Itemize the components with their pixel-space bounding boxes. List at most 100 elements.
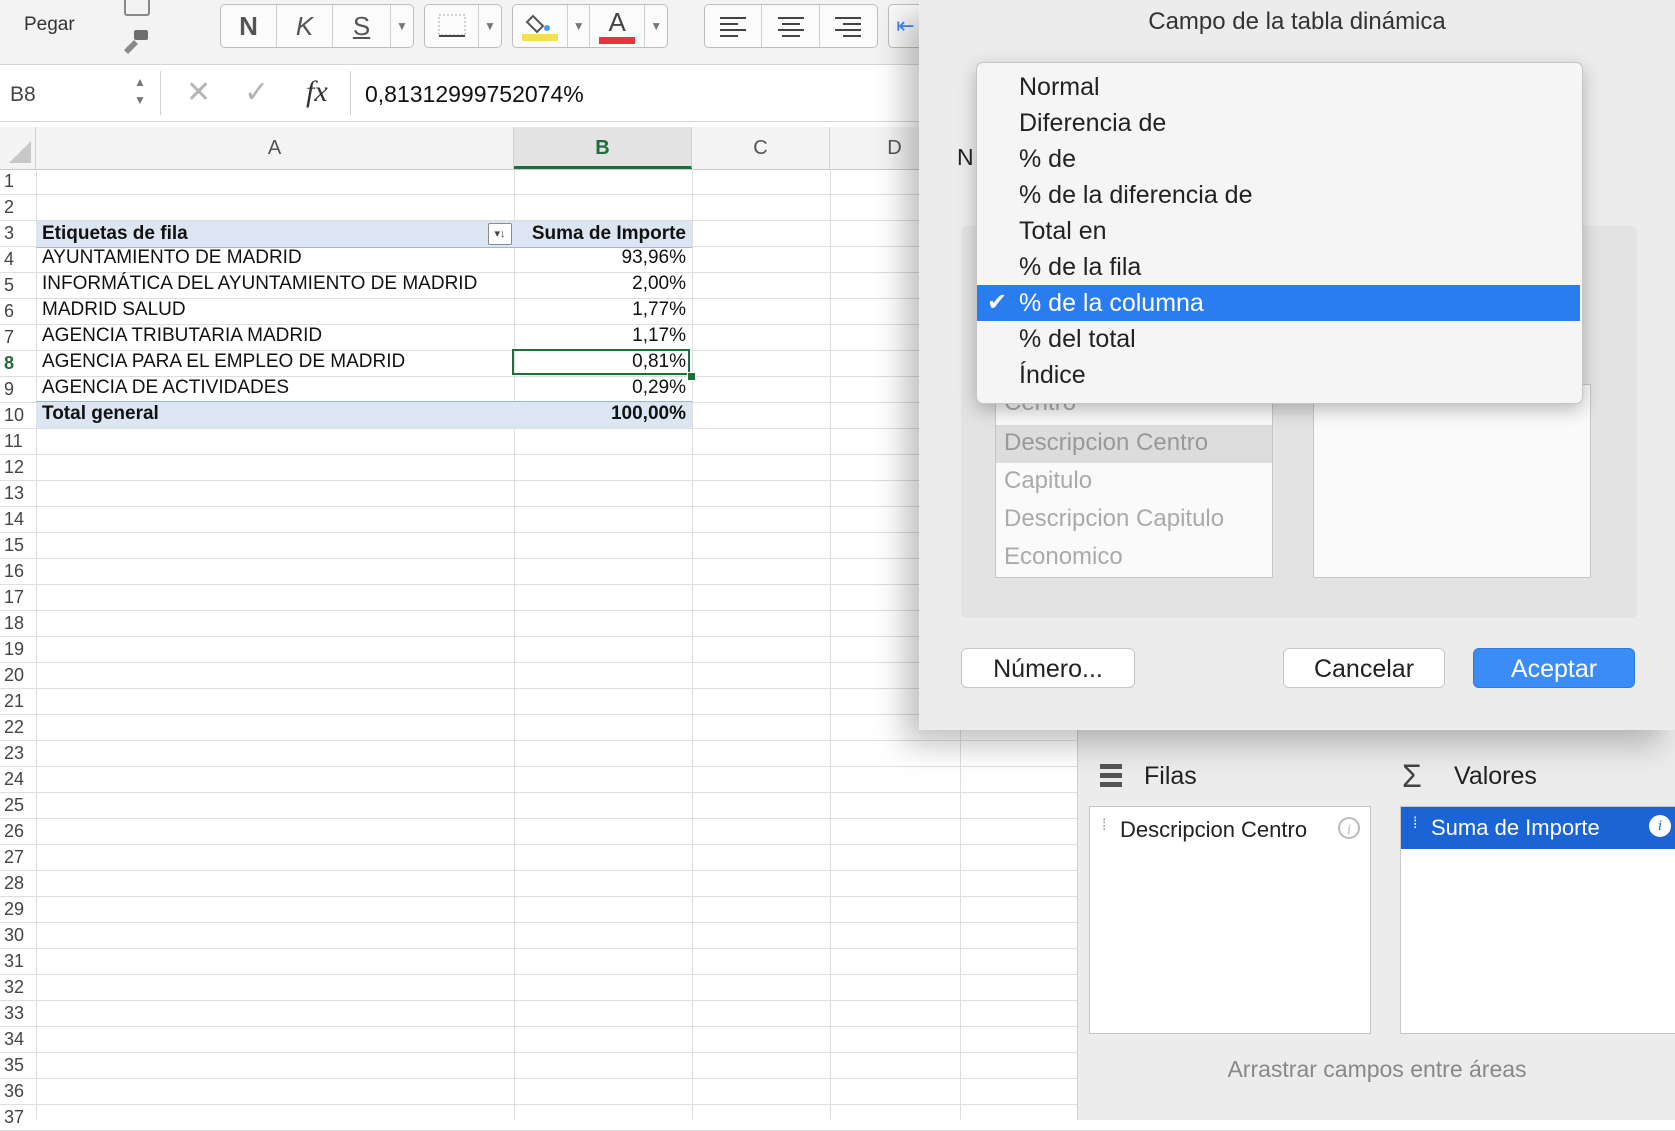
row-header[interactable]: 29 bbox=[0, 899, 36, 920]
pivot-row-label[interactable]: AGENCIA TRIBUTARIA MADRID bbox=[42, 325, 322, 347]
row-header[interactable]: 11 bbox=[0, 431, 36, 452]
drag-handle-icon[interactable]: ⁞ bbox=[1413, 815, 1417, 833]
borders-button[interactable] bbox=[425, 5, 479, 47]
row-header[interactable]: 31 bbox=[0, 951, 36, 972]
row-header[interactable]: 7 bbox=[0, 327, 36, 348]
number-format-button[interactable]: Número... bbox=[961, 648, 1135, 688]
copy-icon[interactable] bbox=[124, 0, 150, 16]
row-header[interactable]: 13 bbox=[0, 483, 36, 504]
row-header[interactable]: 12 bbox=[0, 457, 36, 478]
row-header[interactable]: 20 bbox=[0, 665, 36, 686]
font-color-dropdown-icon[interactable]: ▼ bbox=[645, 5, 667, 47]
menu-item-percent-of-total[interactable]: % del total bbox=[977, 321, 1580, 357]
row-header[interactable]: 5 bbox=[0, 275, 36, 296]
row-header[interactable]: 34 bbox=[0, 1029, 36, 1050]
row-header[interactable]: 19 bbox=[0, 639, 36, 660]
pivot-total-label[interactable]: Total general bbox=[42, 403, 159, 425]
row-header[interactable]: 17 bbox=[0, 587, 36, 608]
name-box-stepper-icon[interactable]: ▲ ▼ bbox=[134, 73, 146, 109]
borders-dropdown-icon[interactable]: ▼ bbox=[479, 5, 501, 47]
row-header[interactable]: 30 bbox=[0, 925, 36, 946]
format-painter-icon[interactable] bbox=[120, 28, 152, 54]
row-header[interactable]: 4 bbox=[0, 249, 36, 270]
row-header[interactable]: 21 bbox=[0, 691, 36, 712]
menu-item-percent-of-column[interactable]: ✔ % de la columna bbox=[977, 285, 1580, 321]
row-header[interactable]: 15 bbox=[0, 535, 36, 556]
row-header[interactable]: 23 bbox=[0, 743, 36, 764]
pivot-total-value[interactable]: 100,00% bbox=[611, 403, 686, 425]
pivot-row-value[interactable]: 0,81% bbox=[632, 351, 686, 373]
row-header[interactable]: 8 bbox=[0, 353, 36, 374]
base-field-item[interactable]: Descripcion Capitulo bbox=[1004, 505, 1224, 533]
base-item-list[interactable] bbox=[1313, 384, 1591, 578]
row-header[interactable]: 37 bbox=[0, 1107, 36, 1128]
column-header-c[interactable]: C bbox=[692, 127, 830, 169]
column-header-b[interactable]: B bbox=[514, 127, 692, 169]
row-header[interactable]: 18 bbox=[0, 613, 36, 634]
menu-item-running-total[interactable]: Total en bbox=[977, 213, 1580, 249]
decrease-indent-button[interactable]: ⇤ bbox=[889, 5, 922, 47]
row-header[interactable]: 1 bbox=[0, 171, 36, 192]
info-icon[interactable]: i bbox=[1649, 815, 1671, 837]
pivot-row-value[interactable]: 1,17% bbox=[632, 325, 686, 347]
values-area-item[interactable]: ⁞ Suma de Importe i bbox=[1401, 807, 1675, 849]
paste-button[interactable]: Pegar bbox=[24, 14, 75, 36]
column-header-a[interactable]: A bbox=[36, 127, 514, 169]
pivot-row-value[interactable]: 2,00% bbox=[632, 273, 686, 295]
row-header[interactable]: 9 bbox=[0, 379, 36, 400]
row-header[interactable]: 22 bbox=[0, 717, 36, 738]
rows-area-item[interactable]: ⁞ Descripcion Centro i bbox=[1090, 815, 1370, 847]
underline-button[interactable]: S bbox=[333, 5, 391, 47]
row-header[interactable]: 25 bbox=[0, 795, 36, 816]
fill-handle[interactable] bbox=[687, 372, 696, 381]
row-header[interactable]: 26 bbox=[0, 821, 36, 842]
pivot-row-label[interactable]: AGENCIA PARA EL EMPLEO DE MADRID bbox=[42, 351, 405, 373]
cancel-icon[interactable]: ✕ bbox=[186, 75, 211, 110]
menu-item-percent-difference-from[interactable]: % de la diferencia de bbox=[977, 177, 1580, 213]
pivot-row-value[interactable]: 93,96% bbox=[622, 247, 686, 269]
fill-color-dropdown-icon[interactable]: ▼ bbox=[568, 5, 590, 47]
row-header[interactable]: 24 bbox=[0, 769, 36, 790]
font-color-button[interactable]: A bbox=[590, 5, 646, 47]
values-area-box[interactable]: ⁞ Suma de Importe i bbox=[1400, 806, 1675, 1034]
row-header[interactable]: 16 bbox=[0, 561, 36, 582]
row-header[interactable]: 14 bbox=[0, 509, 36, 530]
pivot-filter-sort-icon[interactable]: ▾↓ bbox=[488, 223, 512, 245]
row-header[interactable]: 35 bbox=[0, 1055, 36, 1076]
menu-item-difference-from[interactable]: Diferencia de bbox=[977, 105, 1580, 141]
base-field-item[interactable]: Descripcion Centro bbox=[1004, 429, 1208, 457]
formula-input[interactable]: 0,81312999752074% bbox=[365, 81, 584, 108]
base-field-list[interactable]: Centro Descripcion Centro Capitulo Descr… bbox=[995, 384, 1273, 578]
pivot-row-label[interactable]: AGENCIA DE ACTIVIDADES bbox=[42, 377, 289, 399]
pivot-row-value[interactable]: 1,77% bbox=[632, 299, 686, 321]
align-right-button[interactable] bbox=[820, 5, 877, 47]
bold-button[interactable]: N bbox=[221, 5, 277, 47]
menu-item-index[interactable]: Índice bbox=[977, 357, 1580, 393]
align-center-button[interactable] bbox=[762, 5, 820, 47]
base-field-item[interactable]: Economico bbox=[1004, 543, 1123, 571]
menu-item-normal[interactable]: Normal bbox=[977, 69, 1580, 105]
insert-function-icon[interactable]: fx bbox=[306, 75, 328, 109]
select-all-corner[interactable] bbox=[0, 127, 36, 169]
align-left-button[interactable] bbox=[705, 5, 763, 47]
row-header[interactable]: 2 bbox=[0, 197, 36, 218]
menu-item-percent-of-row[interactable]: % de la fila bbox=[977, 249, 1580, 285]
drag-handle-icon[interactable]: ⁞ bbox=[1102, 817, 1106, 835]
row-header[interactable]: 10 bbox=[0, 405, 36, 426]
cancel-button[interactable]: Cancelar bbox=[1283, 648, 1445, 688]
row-header[interactable]: 6 bbox=[0, 301, 36, 322]
confirm-icon[interactable]: ✓ bbox=[244, 75, 269, 110]
row-header[interactable]: 32 bbox=[0, 977, 36, 998]
pivot-row-label[interactable]: MADRID SALUD bbox=[42, 299, 186, 321]
italic-button[interactable]: K bbox=[277, 5, 333, 47]
fill-color-button[interactable] bbox=[513, 5, 569, 47]
info-icon[interactable]: i bbox=[1338, 817, 1360, 839]
underline-dropdown-icon[interactable]: ▼ bbox=[391, 5, 413, 47]
row-header[interactable]: 28 bbox=[0, 873, 36, 894]
name-box[interactable]: B8 bbox=[10, 83, 36, 107]
row-header[interactable]: 27 bbox=[0, 847, 36, 868]
menu-item-percent-of[interactable]: % de bbox=[977, 141, 1580, 177]
row-header[interactable]: 3 bbox=[0, 223, 36, 244]
pivot-row-label[interactable]: INFORMÁTICA DEL AYUNTAMIENTO DE MADRID bbox=[42, 273, 477, 295]
row-header[interactable]: 36 bbox=[0, 1081, 36, 1102]
